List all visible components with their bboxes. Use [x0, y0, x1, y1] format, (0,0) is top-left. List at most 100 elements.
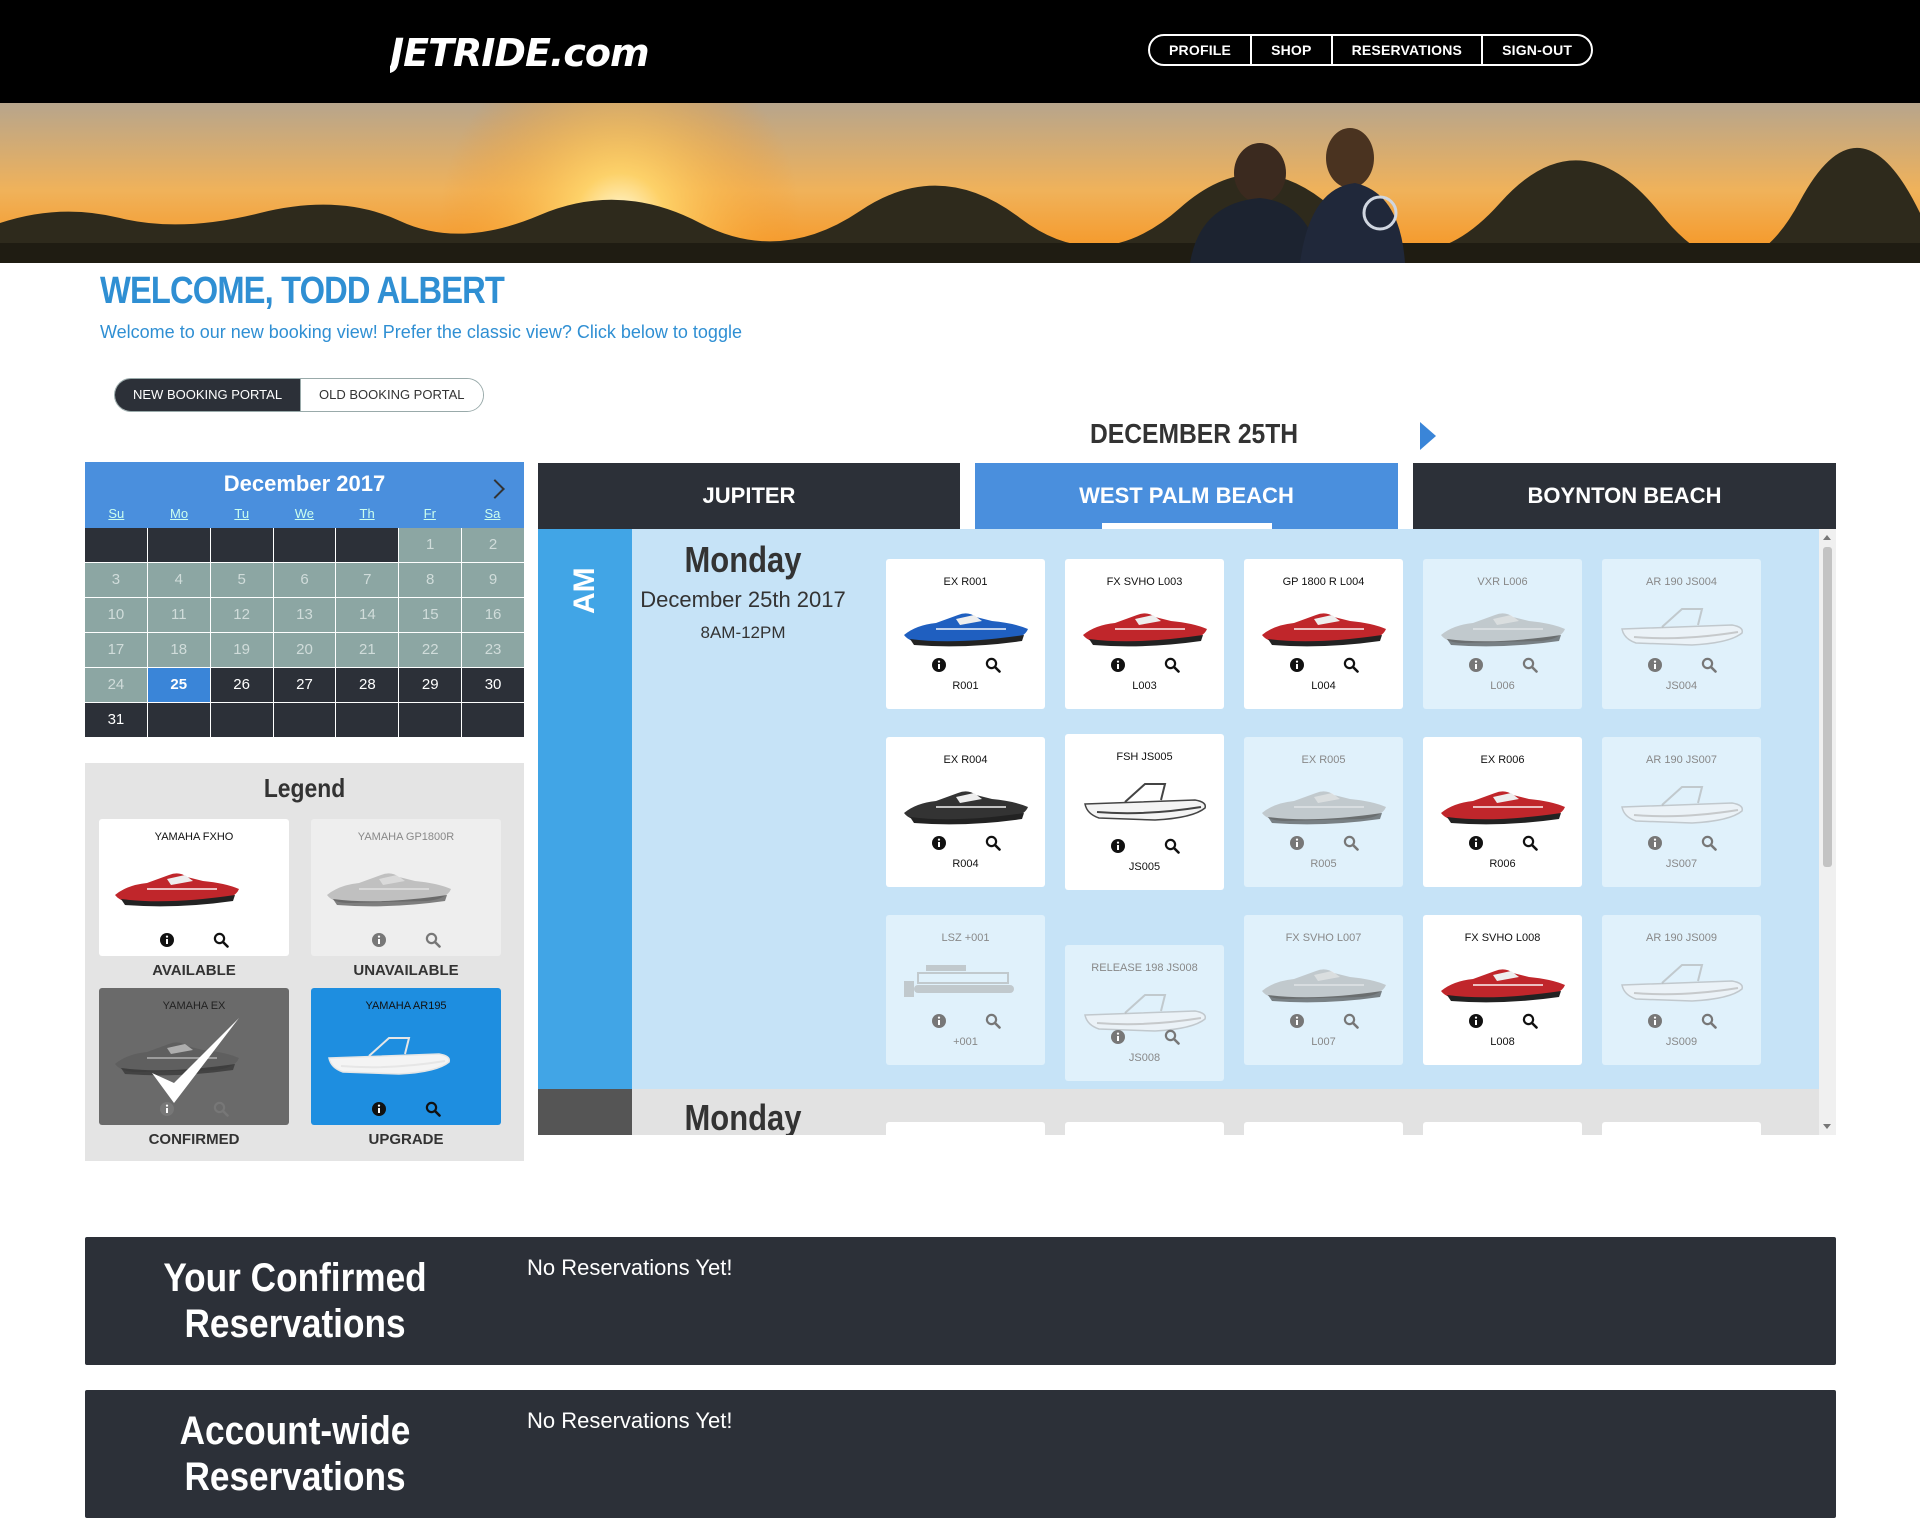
unit-card[interactable]: AR 190 JS007 JS007	[1602, 737, 1761, 887]
calendar-day-8: 8	[399, 563, 462, 597]
info-icon[interactable]	[1468, 835, 1484, 851]
magnify-icon[interactable]	[213, 932, 229, 948]
unit-card[interactable]: FSH JS005 JS005	[1065, 734, 1224, 890]
magnify-icon[interactable]	[1164, 1029, 1180, 1045]
info-icon[interactable]	[1110, 1029, 1126, 1045]
nav-shop[interactable]: SHOP	[1250, 36, 1330, 64]
calendar-day-31[interactable]: 31	[85, 703, 147, 737]
nav-sign-out[interactable]: SIGN-OUT	[1481, 36, 1591, 64]
info-icon[interactable]	[1647, 835, 1663, 851]
magnify-icon[interactable]	[1343, 835, 1359, 851]
magnify-icon[interactable]	[1522, 657, 1538, 673]
unit-code: EX R005	[1301, 754, 1346, 766]
next-date-arrow-icon[interactable]	[1420, 422, 1436, 450]
magnify-icon[interactable]	[1522, 835, 1538, 851]
info-icon[interactable]	[371, 932, 387, 948]
magnify-icon[interactable]	[985, 1013, 1001, 1029]
info-icon[interactable]	[1289, 1013, 1305, 1029]
unit-card[interactable]: FX SVHO L003 L003	[1065, 559, 1224, 709]
magnify-icon[interactable]	[425, 1101, 441, 1117]
calendar-day-27[interactable]: 27	[273, 668, 336, 702]
weekday-label: Sa	[484, 506, 501, 521]
unit-card[interactable]	[1244, 1122, 1403, 1135]
magnify-icon[interactable]	[1343, 1013, 1359, 1029]
unit-card[interactable]: FX SVHO L007 L007	[1244, 915, 1403, 1065]
magnify-icon[interactable]	[425, 932, 441, 948]
info-icon[interactable]	[1289, 835, 1305, 851]
tab-jupiter[interactable]: JUPITER	[538, 463, 960, 529]
unit-card[interactable]: EX R006 R006	[1423, 737, 1582, 887]
info-icon[interactable]	[1110, 657, 1126, 673]
info-icon[interactable]	[1647, 657, 1663, 673]
unit-card[interactable]	[1423, 1122, 1582, 1135]
calendar-day-9: 9	[462, 563, 524, 597]
card-actions	[1244, 657, 1403, 673]
unit-card[interactable]: LSZ +001 +001	[886, 915, 1045, 1065]
info-icon[interactable]	[931, 1013, 947, 1029]
unit-card[interactable]: AR 190 JS009 JS009	[1602, 915, 1761, 1065]
unit-card[interactable]: EX R004 R004	[886, 737, 1045, 887]
jetride-logo[interactable]: JETRIDE.com	[390, 28, 710, 78]
info-icon[interactable]	[159, 932, 175, 948]
unit-card[interactable]	[1602, 1122, 1761, 1135]
unit-card[interactable]	[1065, 1122, 1224, 1135]
card-actions	[1244, 1013, 1403, 1029]
calendar-day-29[interactable]: 29	[399, 668, 462, 702]
unit-id: L004	[1311, 680, 1336, 692]
new-booking-portal-button[interactable]: NEW BOOKING PORTAL	[115, 379, 301, 411]
info-icon[interactable]	[371, 1101, 387, 1117]
info-icon[interactable]	[1289, 657, 1305, 673]
info-icon[interactable]	[1468, 1013, 1484, 1029]
magnify-icon[interactable]	[1701, 657, 1717, 673]
nav-profile[interactable]: PROFILE	[1150, 36, 1250, 64]
unit-card[interactable]	[886, 1122, 1045, 1135]
info-icon[interactable]	[1110, 838, 1126, 854]
panel-scrollbar[interactable]	[1819, 529, 1836, 1135]
unit-card[interactable]: VXR L006 L006	[1423, 559, 1582, 709]
booking-panel[interactable]: AM Monday December 25th 2017 8AM-12PM EX…	[538, 529, 1836, 1135]
unit-id: L008	[1490, 1036, 1515, 1048]
scroll-thumb[interactable]	[1823, 547, 1832, 867]
jet-ski-image	[115, 873, 239, 907]
magnify-icon[interactable]	[1164, 657, 1180, 673]
magnify-icon[interactable]	[1522, 1013, 1538, 1029]
scroll-up-arrow-icon[interactable]	[1823, 535, 1831, 540]
unit-card[interactable]: RELEASE 198 JS008 JS008	[1065, 945, 1224, 1081]
jet-ski-image	[1441, 613, 1565, 647]
info-icon[interactable]	[1468, 657, 1484, 673]
calendar-day-17: 17	[85, 633, 147, 667]
old-booking-portal-button[interactable]: OLD BOOKING PORTAL	[300, 379, 483, 411]
calendar-day-20: 20	[273, 633, 336, 667]
tab-west-palm-beach[interactable]: WEST PALM BEACH	[975, 463, 1398, 529]
calendar-day-25[interactable]: 25	[147, 668, 210, 702]
nav-reservations[interactable]: RESERVATIONS	[1330, 36, 1482, 64]
scroll-down-arrow-icon[interactable]	[1823, 1124, 1831, 1129]
unit-id: R001	[952, 680, 979, 692]
magnify-icon[interactable]	[985, 657, 1001, 673]
calendar-day-26[interactable]: 26	[210, 668, 273, 702]
legend-card: YAMAHA FXHO	[99, 819, 289, 956]
calendar-empty-cell	[273, 528, 336, 562]
confirmed-reservations-title: Your Confirmed Reservations	[163, 1256, 427, 1346]
magnify-icon[interactable]	[1343, 657, 1359, 673]
unit-card[interactable]: EX R001 R001	[886, 559, 1045, 709]
info-icon[interactable]	[931, 835, 947, 851]
info-icon[interactable]	[1647, 1013, 1663, 1029]
tab-boynton-beach[interactable]: BOYNTON BEACH	[1413, 463, 1836, 529]
calendar-day-28[interactable]: 28	[336, 668, 399, 702]
magnify-icon[interactable]	[1701, 835, 1717, 851]
magnify-icon[interactable]	[1164, 838, 1180, 854]
info-icon[interactable]	[931, 657, 947, 673]
unit-card[interactable]: GP 1800 R L004 L004	[1244, 559, 1403, 709]
magnify-icon[interactable]	[1701, 1013, 1717, 1029]
unit-card[interactable]: AR 190 JS004 JS004	[1602, 559, 1761, 709]
jet-ski-image	[1083, 613, 1207, 647]
calendar-day-30[interactable]: 30	[462, 668, 524, 702]
calendar-day-18: 18	[147, 633, 210, 667]
unit-card[interactable]: EX R005 R005	[1244, 737, 1403, 887]
calendar-empty-cell	[336, 703, 399, 737]
unit-card[interactable]: FX SVHO L008 L008	[1423, 915, 1582, 1065]
card-actions	[1065, 657, 1224, 673]
magnify-icon[interactable]	[985, 835, 1001, 851]
unit-code: AR 190 JS007	[1646, 754, 1717, 766]
